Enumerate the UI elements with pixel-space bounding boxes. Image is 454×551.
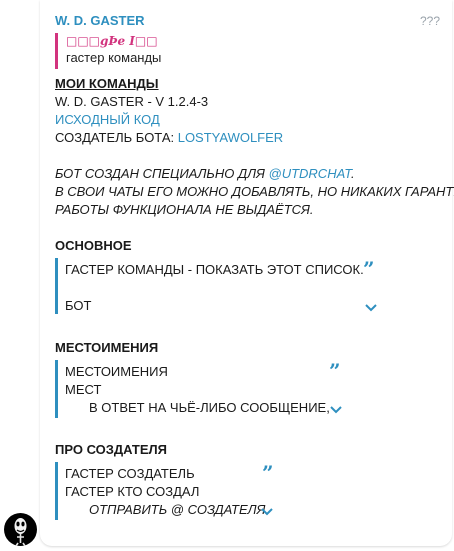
reply-quote[interactable]: □□□gÞе I□□ гастер команды (55, 33, 195, 69)
creator-link[interactable]: LOSTYAWOLFER (178, 130, 283, 145)
source-code-link[interactable]: ИСХОДНЫЙ КОД (55, 111, 160, 129)
command-pronouns-short: МЕСТ (65, 382, 102, 397)
pronouns-reply-hint: В ОТВЕТ НА ЧЬЁ-ЛИБО СООБЩЕНИЕ, (89, 400, 330, 415)
command-who-created: ГАСТЕР КТО СОЗДАЛ (65, 484, 200, 499)
message-id: ??? (420, 14, 441, 28)
command-pronouns: МЕСТОИМЕНИЯ (65, 364, 168, 379)
reply-author: □□□gÞе I□□ (66, 34, 158, 48)
sender-name[interactable]: W. D. GASTER (55, 13, 145, 28)
section-title-creator: ПРО СОЗДАТЕЛЯ (55, 442, 167, 457)
quote-mark-icon: ” (329, 359, 341, 383)
chevron-down-icon[interactable] (260, 507, 274, 517)
blockquote-pronouns: МЕСТОИМЕНИЯ ” МЕСТ В ОТВЕТ НА ЧЬЁ-ЛИБО С… (55, 360, 355, 418)
commands-header: МОИ КОМАНДЫ (55, 76, 159, 91)
quote-mark-icon: ” (363, 257, 375, 281)
command-help: ГАСТЕР КОМАНДЫ - ПОКАЗАТЬ ЭТОТ СПИСОК. (65, 262, 364, 277)
quote-mark-icon: ” (262, 461, 274, 485)
creator-label: СОЗДАТЕЛЬ БОТА: (55, 130, 178, 145)
command-creator: ГАСТЕР СОЗДАТЕЛЬ (65, 466, 195, 481)
creator-line: СОЗДАТЕЛЬ БОТА: LOSTYAWOLFER (55, 129, 283, 147)
note-line-1: БОТ СОЗДАН СПЕЦИАЛЬНО ДЛЯ @UTDRCHAT. (55, 165, 355, 183)
note-suffix: . (351, 166, 355, 181)
chevron-down-icon[interactable] (329, 405, 343, 415)
version-text: W. D. GASTER - V 1.2.4-3 (55, 94, 209, 109)
blockquote-creator: ГАСТЕР СОЗДАТЕЛЬ ” ГАСТЕР КТО СОЗДАЛ ОТП… (55, 462, 285, 520)
note-prefix: БОТ СОЗДАН СПЕЦИАЛЬНО ДЛЯ (55, 166, 269, 181)
section-title-main: ОСНОВНОЕ (55, 238, 132, 253)
section-title-pronouns: МЕСТОИМЕНИЯ (55, 340, 159, 355)
gaster-avatar[interactable] (4, 513, 37, 546)
chat-link[interactable]: @UTDRCHAT (269, 166, 352, 181)
creator-send-hint: ОТПРАВИТЬ @ СОЗДАТЕЛЯ (89, 502, 266, 517)
chevron-down-icon[interactable] (364, 303, 378, 313)
blockquote-main: ГАСТЕР КОМАНДЫ - ПОКАЗАТЬ ЭТОТ СПИСОК. ”… (55, 258, 385, 314)
note-line-3: РАБОТЫ ФУНКЦИОНАЛА НЕ ВЫДАЁТСЯ. (55, 202, 314, 217)
reply-text: гастер команды (66, 50, 162, 65)
note-line-2: В СВОИ ЧАТЫ ЕГО МОЖНО ДОБАВЛЯТЬ, НО НИКА… (55, 184, 454, 199)
command-bot: БОТ (65, 298, 92, 313)
